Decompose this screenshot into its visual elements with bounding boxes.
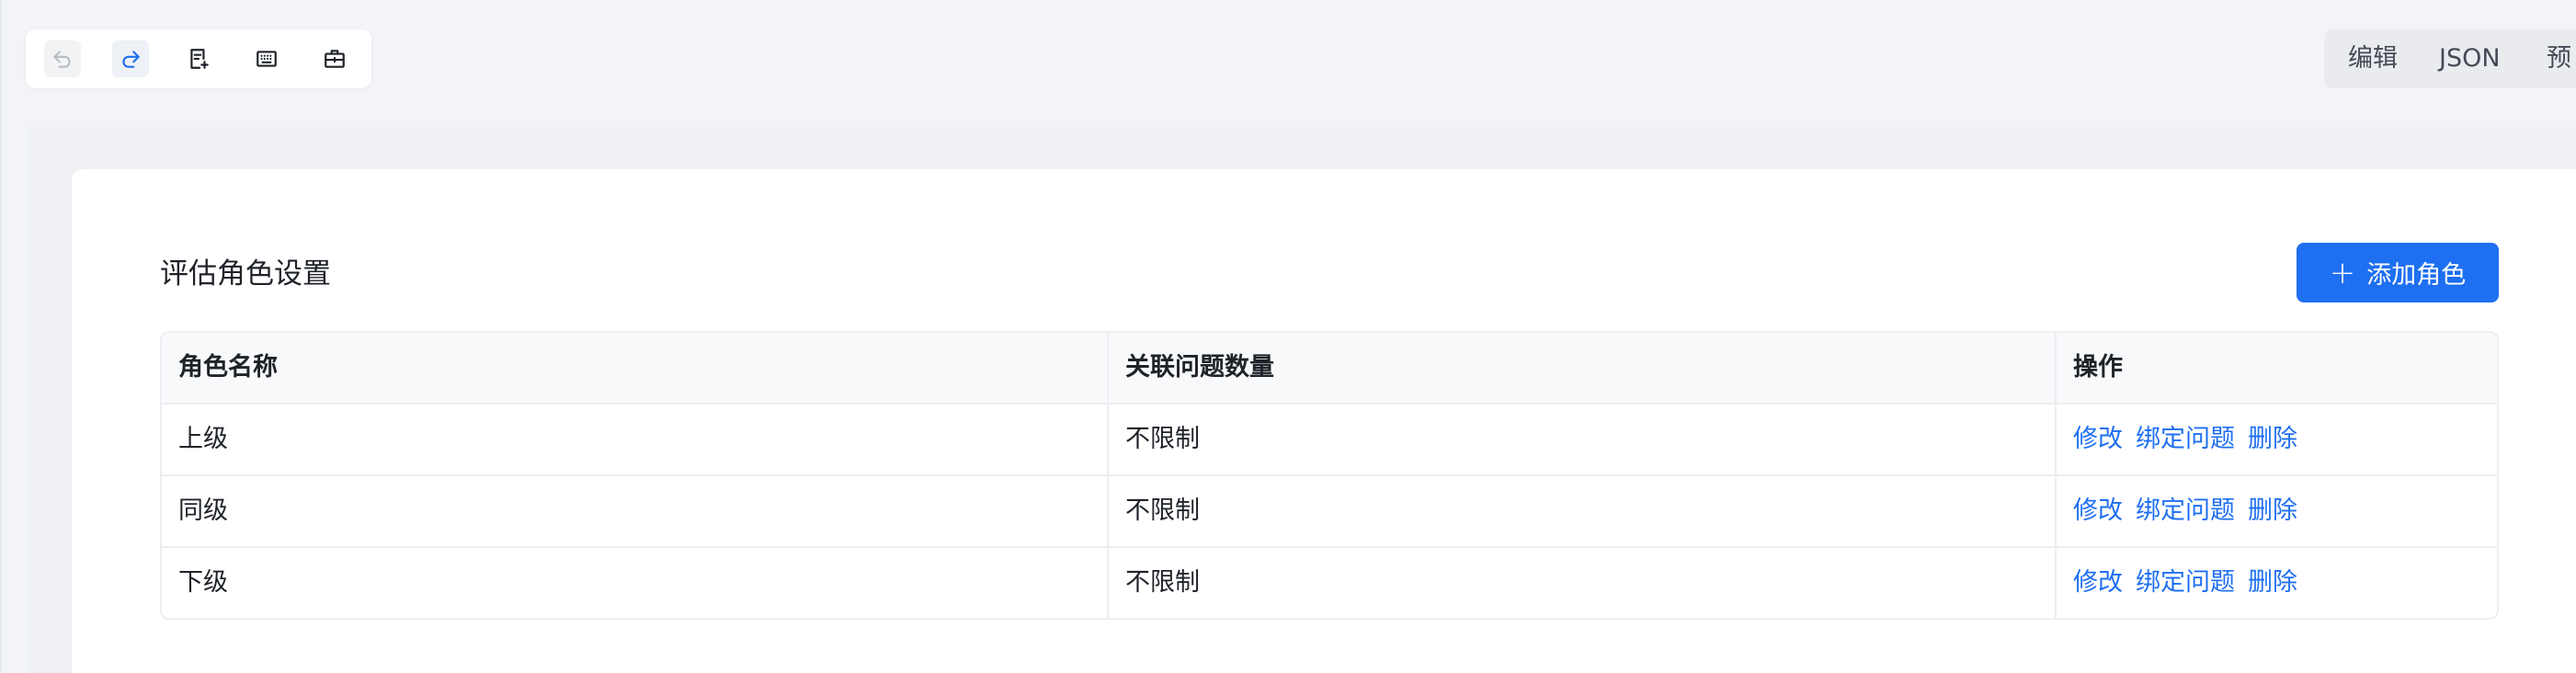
role-name-cell: 上级 [162,405,1109,474]
undo-button[interactable] [44,40,81,77]
actions-cell: 修改 绑定问题 删除 [2057,548,2497,618]
plus-icon: + [2329,254,2356,291]
question-count-cell: 不限制 [1109,405,2057,474]
role-table: 角色名称 关联问题数量 操作 上级 不限制 修改 绑定问题 删除 同级 不限制 修改… [160,331,2499,620]
page-add-icon [190,49,209,69]
role-name-cell: 同级 [162,476,1109,546]
add-role-button[interactable]: + 添加角色 [2297,243,2499,302]
edit-link[interactable]: 修改 [2073,568,2123,597]
table-row: 同级 不限制 修改 绑定问题 删除 [162,476,2497,548]
edit-link[interactable]: 修改 [2073,425,2123,453]
toolbox-button[interactable] [316,40,353,77]
table-row: 上级 不限制 修改 绑定问题 删除 [162,405,2497,476]
undo-icon [53,51,71,68]
left-border [0,0,2,673]
delete-link[interactable]: 删除 [2248,425,2297,453]
page-add-button[interactable] [180,40,217,77]
edit-link[interactable]: 修改 [2073,496,2123,525]
table-row: 下级 不限制 修改 绑定问题 删除 [162,548,2497,618]
redo-icon [122,51,140,68]
role-name-cell: 下级 [162,548,1109,618]
header-role-name: 角色名称 [162,333,1109,403]
bind-questions-link[interactable]: 绑定问题 [2136,568,2235,597]
mode-json-tab[interactable]: JSON [2439,29,2501,88]
delete-link[interactable]: 删除 [2248,496,2297,525]
header-question-count: 关联问题数量 [1109,333,2057,403]
bind-questions-link[interactable]: 绑定问题 [2136,496,2235,525]
editor-toolbar [26,29,371,88]
actions-cell: 修改 绑定问题 删除 [2057,405,2497,474]
section-title: 评估角色设置 [160,257,331,291]
delete-link[interactable]: 删除 [2248,568,2297,597]
question-count-cell: 不限制 [1109,476,2057,546]
actions-cell: 修改 绑定问题 删除 [2057,476,2497,546]
add-role-label: 添加角色 [2366,261,2467,290]
table-header-row: 角色名称 关联问题数量 操作 [162,333,2497,405]
keyboard-button[interactable] [248,40,285,77]
mode-switch: 编辑 JSON 预 [2324,29,2576,88]
keyboard-icon [256,51,277,67]
toolbox-icon [325,50,345,68]
mode-edit-tab[interactable]: 编辑 [2348,29,2398,88]
bind-questions-link[interactable]: 绑定问题 [2136,425,2235,453]
header-actions: 操作 [2073,353,2123,382]
mode-preview-tab[interactable]: 预 [2547,29,2571,88]
redo-button[interactable] [112,40,149,77]
question-count-cell: 不限制 [1109,548,2057,618]
